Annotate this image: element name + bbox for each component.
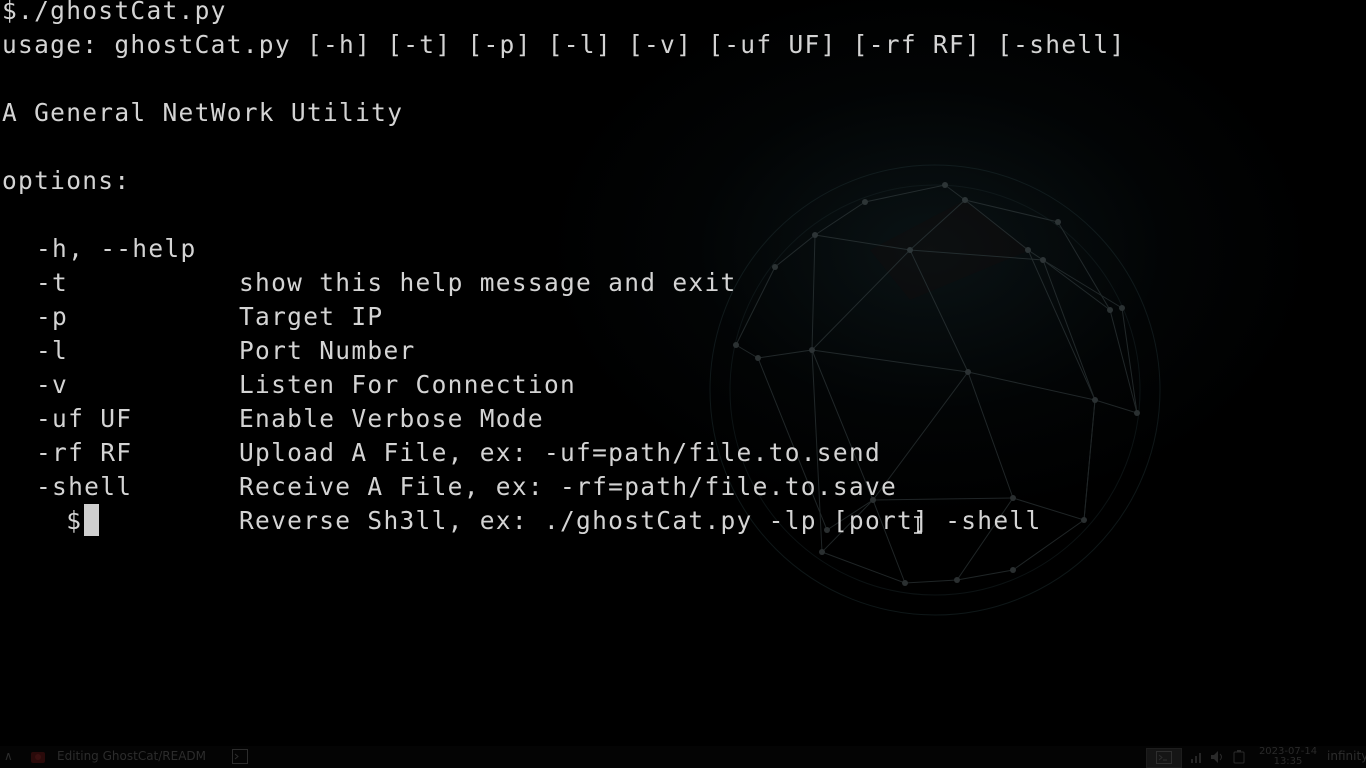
option-description: Receive A File, ex: -rf=path/file.to.sav… (239, 472, 898, 501)
prompt-line[interactable]: $ (2, 470, 100, 536)
terminal-window[interactable]: $./ghostCat.py usage: ghostCat.py [-h] [… (0, 0, 1366, 740)
text-cursor (84, 504, 100, 536)
taskbar: ∧ Editing GhostCat/READM 2023-07-14 13:3… (0, 746, 1366, 768)
terminal-icon[interactable] (232, 749, 248, 764)
option-description: Port Number (239, 336, 416, 365)
option-row: -l Listen For Connection (0, 300, 575, 399)
option-description: Target IP (239, 302, 384, 331)
battery-icon[interactable] (1232, 750, 1246, 764)
option-row: -rf RF Receive A File, ex: -rf=path/file… (0, 402, 896, 501)
prompt-symbol: $ (66, 506, 83, 535)
terminal-icon (1156, 751, 1172, 764)
options-header: options: (2, 166, 131, 195)
option-row: -uf UF Upload A File, ex: -uf=path/file.… (0, 368, 880, 467)
app-menu-icon[interactable]: ∧ (4, 749, 13, 763)
taskbar-clock[interactable]: 2023-07-14 13:35 (1258, 747, 1318, 767)
clock-time: 13:35 (1273, 756, 1303, 767)
usage-line: usage: ghostCat.py [-h] [-t] [-p] [-l] [… (2, 30, 1126, 59)
mouse-ibeam-cursor-icon (914, 516, 922, 534)
option-description: Enable Verbose Mode (239, 404, 544, 433)
option-row: -t Target IP (0, 232, 382, 331)
option-row: -v Enable Verbose Mode (0, 334, 543, 433)
terminal-task-button[interactable] (1146, 748, 1182, 768)
option-row: -p Port Number (0, 266, 414, 365)
taskbar-window-title[interactable]: Editing GhostCat/READM (57, 749, 206, 763)
option-description: show this help message and exit (239, 268, 737, 297)
option-row: -h, --help show this help message and ex… (0, 198, 735, 297)
network-icon[interactable] (1190, 750, 1204, 764)
editor-app-icon[interactable] (30, 750, 46, 764)
option-row: -shell Reverse Sh3ll, ex: ./ghostCat.py … (0, 436, 1040, 535)
volume-icon[interactable] (1210, 750, 1226, 764)
option-description: Listen For Connection (239, 370, 577, 399)
taskbar-user-name[interactable]: infinity (1327, 749, 1366, 763)
command-line: $./ghostCat.py (2, 0, 227, 25)
description-line: A General NetWork Utility (2, 98, 404, 127)
option-description: Upload A File, ex: -uf=path/file.to.send (239, 438, 882, 467)
